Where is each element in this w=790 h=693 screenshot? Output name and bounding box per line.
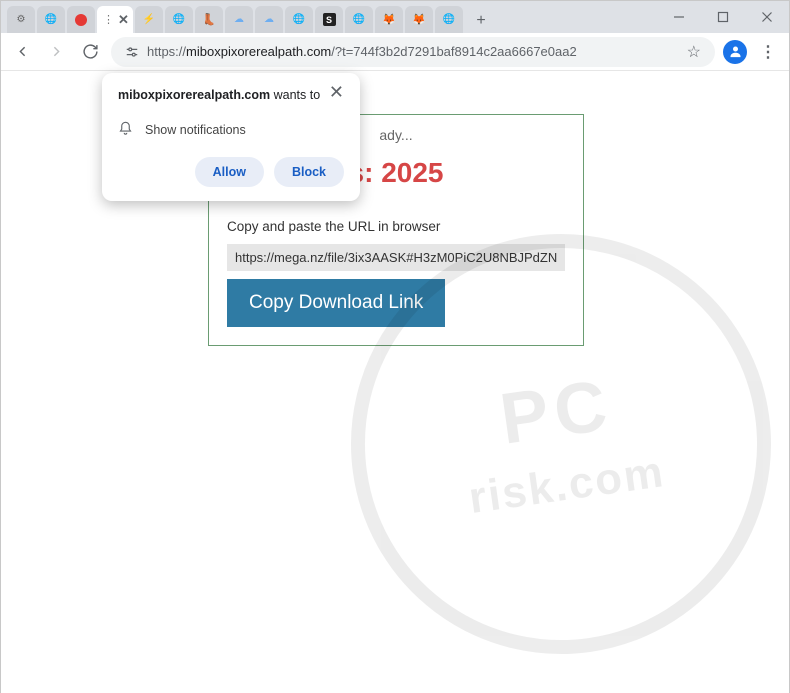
back-button[interactable] <box>9 39 35 65</box>
tab-14[interactable]: 🌐 <box>435 6 463 33</box>
tab-9[interactable]: 🌐 <box>285 6 313 33</box>
tab-strip: ⚙ 🌐 ⋮ ✕ ⚡ 🌐 👢 ☁ ☁ 🌐 S 🌐 🦊 🦊 🌐 + <box>1 1 657 33</box>
minimize-button[interactable] <box>657 1 701 33</box>
tab-13[interactable]: 🦊 <box>405 6 433 33</box>
hint-text: Copy and paste the URL in browser <box>227 219 565 234</box>
forward-button[interactable] <box>43 39 69 65</box>
download-url-box[interactable]: https://mega.nz/file/3ix3AASK#H3zM0PiC2U… <box>227 244 565 271</box>
titlebar: ⚙ 🌐 ⋮ ✕ ⚡ 🌐 👢 ☁ ☁ 🌐 S 🌐 🦊 🦊 🌐 + <box>1 1 789 33</box>
url-text: https://miboxpixorerealpath.com/?t=744f3… <box>147 44 577 59</box>
maximize-button[interactable] <box>701 1 745 33</box>
tab-10[interactable]: S <box>315 6 343 33</box>
copy-download-link-button[interactable]: Copy Download Link <box>227 279 445 327</box>
window-controls <box>657 1 789 33</box>
tab-1[interactable]: 🌐 <box>37 6 65 33</box>
bell-icon <box>118 121 133 139</box>
circle-red-icon <box>75 14 87 26</box>
cloud-icon: ☁ <box>232 13 246 27</box>
tab-12[interactable]: 🦊 <box>375 6 403 33</box>
new-tab-button[interactable]: + <box>469 9 493 33</box>
close-icon[interactable]: ✕ <box>329 85 344 99</box>
tab-7[interactable]: ☁ <box>225 6 253 33</box>
tab-5[interactable]: 🌐 <box>165 6 193 33</box>
site-settings-icon[interactable] <box>125 45 139 59</box>
fox-icon: 🦊 <box>382 13 396 27</box>
bookmark-star-icon[interactable]: ☆ <box>687 42 701 62</box>
allow-button[interactable]: Allow <box>195 157 264 187</box>
browser-toolbar: https://miboxpixorerealpath.com/?t=744f3… <box>1 33 789 71</box>
tab-close-icon[interactable]: ✕ <box>118 12 129 28</box>
globe-icon: 🌐 <box>44 13 58 27</box>
boot-icon: 👢 <box>202 13 216 27</box>
globe-icon: 🌐 <box>442 13 456 27</box>
permission-label: Show notifications <box>145 123 246 137</box>
tab-11[interactable]: 🌐 <box>345 6 373 33</box>
tab-2[interactable] <box>67 6 95 33</box>
globe-icon: 🌐 <box>352 13 366 27</box>
close-window-button[interactable] <box>745 1 789 33</box>
globe-icon: 🌐 <box>172 13 186 27</box>
profile-avatar[interactable] <box>723 40 747 64</box>
tab-6[interactable]: 👢 <box>195 6 223 33</box>
tab-0[interactable]: ⚙ <box>7 6 35 33</box>
notification-permission-popup: miboxpixorerealpath.com wants to ✕ Show … <box>102 73 360 201</box>
reload-button[interactable] <box>77 39 103 65</box>
bolt-icon: ⚡ <box>142 13 156 27</box>
block-button[interactable]: Block <box>274 157 344 187</box>
gear-icon: ⚙ <box>14 13 28 27</box>
tab-8[interactable]: ☁ <box>255 6 283 33</box>
tab-active[interactable]: ⋮ ✕ <box>97 6 133 33</box>
globe-icon: 🌐 <box>292 13 306 27</box>
browser-menu-button[interactable]: ⋮ <box>755 42 781 62</box>
permission-title: miboxpixorerealpath.com wants to <box>118 87 328 105</box>
fox-icon: 🦊 <box>412 13 426 27</box>
cloud-icon: ☁ <box>262 13 276 27</box>
page-fav-icon: ⋮ <box>103 13 114 27</box>
tab-4[interactable]: ⚡ <box>135 6 163 33</box>
address-bar[interactable]: https://miboxpixorerealpath.com/?t=744f3… <box>111 37 715 67</box>
square-s-icon: S <box>323 13 336 26</box>
